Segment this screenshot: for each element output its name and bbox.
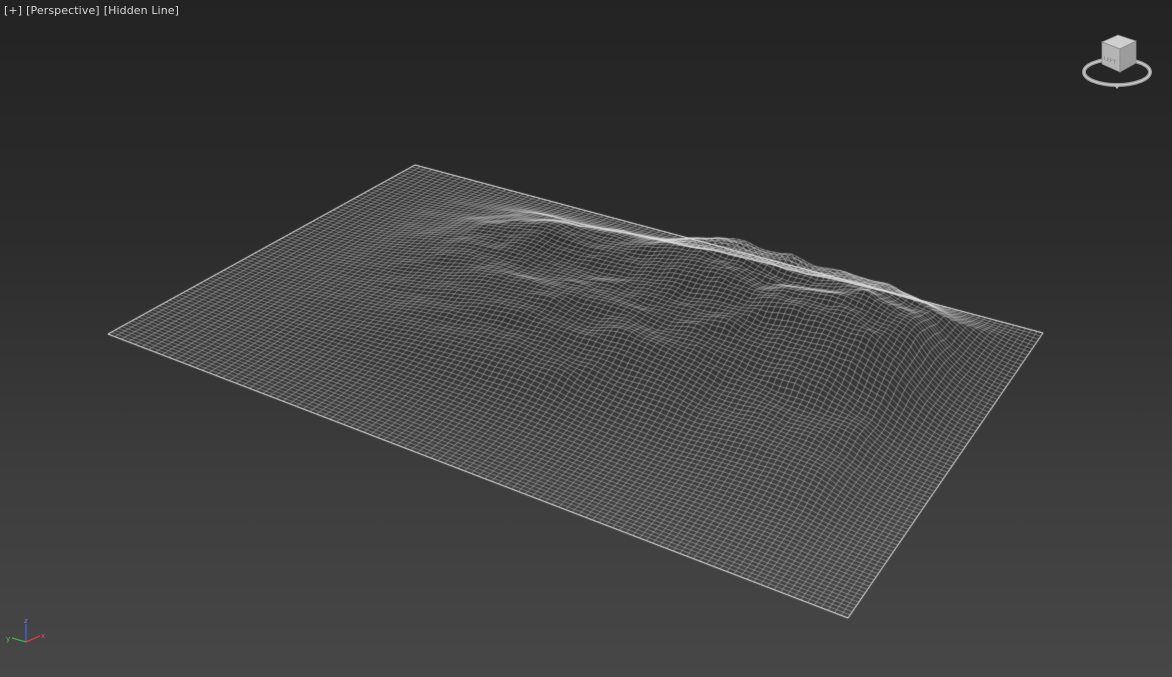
axis-tripod-icon: z x y <box>6 617 45 643</box>
axis-x-line <box>25 635 41 643</box>
viewport-label-bar: [+] [Perspective] [Hidden Line] <box>4 4 179 17</box>
axis-y-line <box>11 637 27 643</box>
viewcube-icon[interactable]: LEFT <box>1080 32 1154 94</box>
perspective-viewport[interactable]: [+] [Perspective] [Hidden Line] LEFT z x y <box>0 0 1172 677</box>
viewport-shading-menu[interactable]: [Hidden Line] <box>104 4 179 17</box>
terrain-wireframe-mesh[interactable] <box>0 0 1172 677</box>
axis-x-label: x <box>41 632 45 640</box>
viewport-point-of-view-menu[interactable]: [Perspective] <box>26 4 100 17</box>
viewcube-compass-north-marker[interactable] <box>1114 85 1120 89</box>
axis-y-label: y <box>6 635 10 643</box>
viewport-general-menu[interactable]: [+] <box>4 4 22 17</box>
axis-z-label: z <box>24 617 28 625</box>
